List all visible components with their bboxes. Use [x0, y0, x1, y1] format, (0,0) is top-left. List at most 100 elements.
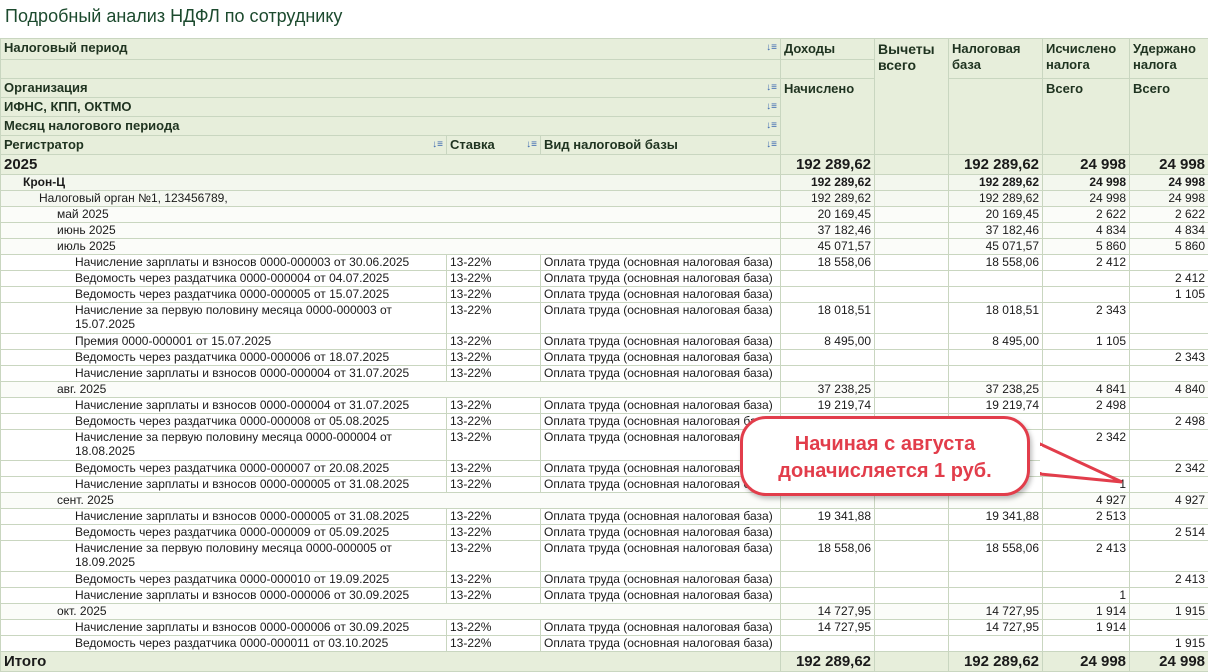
row-label: Налоговый орган №1, 123456789, — [1, 191, 781, 207]
rate-cell: 13-22% — [447, 255, 541, 271]
document-row[interactable]: Ведомость через раздатчика 0000-000009 о… — [1, 525, 1208, 541]
header-tax-base[interactable]: Налоговая база — [949, 39, 1043, 79]
header-tax-period-label: Налоговый период — [4, 40, 128, 55]
sort-icon[interactable]: ↓≡ — [766, 136, 777, 153]
deductions-cell — [875, 382, 949, 398]
document-row[interactable]: Начисление за первую половину месяца 000… — [1, 303, 1208, 334]
deductions-cell — [875, 572, 949, 588]
report-rows: 2025192 289,62192 289,6224 99824 998Крон… — [1, 155, 1208, 652]
deductions-cell — [875, 271, 949, 287]
tax-base-cell: 192 289,62 — [949, 175, 1043, 191]
calculated-cell — [1043, 414, 1130, 430]
registrar-cell: Начисление зарплаты и взносов 0000-00000… — [1, 588, 447, 604]
header-tax-period[interactable]: ↓≡ Налоговый период — [1, 39, 781, 60]
deductions-cell — [875, 155, 949, 175]
document-row[interactable]: Ведомость через раздатчика 0000-000006 о… — [1, 350, 1208, 366]
registrar-cell: Начисление за первую половину месяца 000… — [1, 541, 447, 572]
withheld-cell: 4 927 — [1130, 493, 1208, 509]
calculated-cell — [1043, 287, 1130, 303]
group-row[interactable]: 2025192 289,62192 289,6224 99824 998 — [1, 155, 1208, 175]
org-row[interactable]: Крон-Ц192 289,62192 289,6224 99824 998 — [1, 175, 1208, 191]
header-month[interactable]: ↓≡Месяц налогового периода — [1, 117, 781, 136]
income-cell: 18 558,06 — [781, 255, 875, 271]
document-row[interactable]: Ведомость через раздатчика 0000-000011 о… — [1, 636, 1208, 652]
withheld-cell: 4 840 — [1130, 382, 1208, 398]
document-row[interactable]: Ведомость через раздатчика 0000-000010 о… — [1, 572, 1208, 588]
withheld-cell: 2 342 — [1130, 461, 1208, 477]
deductions-cell — [875, 588, 949, 604]
tax-base-cell — [949, 636, 1043, 652]
header-calculated[interactable]: Исчислено налога — [1043, 39, 1130, 79]
month-row[interactable]: сент. 20254 9274 927 — [1, 493, 1208, 509]
base-type-cell: Оплата труда (основная налоговая база) — [541, 636, 781, 652]
header-base-type[interactable]: ↓≡Вид налоговой базы — [541, 136, 781, 155]
calculated-cell — [1043, 366, 1130, 382]
deductions-cell — [875, 636, 949, 652]
withheld-cell: 2 622 — [1130, 207, 1208, 223]
withheld-cell: 24 998 — [1130, 191, 1208, 207]
month-row[interactable]: июль 202545 071,5745 071,575 8605 860 — [1, 239, 1208, 255]
sort-icon[interactable]: ↓≡ — [766, 98, 777, 115]
sort-icon[interactable]: ↓≡ — [432, 136, 443, 153]
document-row[interactable]: Начисление зарплаты и взносов 0000-00000… — [1, 588, 1208, 604]
header-withheld-total[interactable]: Всего — [1130, 79, 1208, 155]
document-row[interactable]: Начисление зарплаты и взносов 0000-00000… — [1, 255, 1208, 271]
calculated-cell: 24 998 — [1043, 175, 1130, 191]
header-spacer — [1, 60, 781, 79]
ifns-row[interactable]: Налоговый орган №1, 123456789, 192 289,62… — [1, 191, 1208, 207]
base-type-cell: Оплата труда (основная налоговая база) — [541, 588, 781, 604]
tax-base-cell: 37 182,46 — [949, 223, 1043, 239]
income-cell: 18 558,06 — [781, 541, 875, 572]
header-income[interactable]: Доходы — [781, 39, 875, 60]
header-withheld[interactable]: Удержано налога — [1130, 39, 1208, 79]
registrar-cell: Ведомость через раздатчика 0000-000010 о… — [1, 572, 447, 588]
calculated-cell: 4 841 — [1043, 382, 1130, 398]
header-withheld-label: Удержано налога — [1133, 41, 1196, 72]
calculated-cell — [1043, 525, 1130, 541]
document-row[interactable]: Ведомость через раздатчика 0000-000005 о… — [1, 287, 1208, 303]
month-row[interactable]: авг. 202537 238,2537 238,254 8414 840 — [1, 382, 1208, 398]
sort-icon[interactable]: ↓≡ — [766, 79, 777, 96]
deductions-cell — [875, 175, 949, 191]
withheld-cell: 2 412 — [1130, 271, 1208, 287]
registrar-cell: Начисление зарплаты и взносов 0000-00000… — [1, 620, 447, 636]
tax-base-cell: 20 169,45 — [949, 207, 1043, 223]
header-accrued[interactable]: Начислено — [781, 79, 875, 155]
header-deductions[interactable]: Вычеты всего — [875, 39, 949, 155]
base-type-cell: Оплата труда (основная налоговая база) — [541, 572, 781, 588]
header-organization[interactable]: ↓≡Организация — [1, 79, 781, 98]
document-row[interactable]: Начисление зарплаты и взносов 0000-00000… — [1, 398, 1208, 414]
header-ifns[interactable]: ↓≡ИФНС, КПП, ОКТМО — [1, 98, 781, 117]
month-row[interactable]: июнь 202537 182,4637 182,464 8344 834 — [1, 223, 1208, 239]
rate-cell: 13-22% — [447, 350, 541, 366]
document-row[interactable]: Ведомость через раздатчика 0000-000004 о… — [1, 271, 1208, 287]
calculated-cell: 2 498 — [1043, 398, 1130, 414]
header-calculated-total[interactable]: Всего — [1043, 79, 1130, 155]
sort-icon[interactable]: ↓≡ — [526, 136, 537, 153]
tax-base-cell — [949, 572, 1043, 588]
month-row[interactable]: окт. 202514 727,9514 727,951 9141 915 — [1, 604, 1208, 620]
document-row[interactable]: Ведомость через раздатчика 0000-000008 о… — [1, 414, 1208, 430]
rate-cell: 13-22% — [447, 287, 541, 303]
sort-icon[interactable]: ↓≡ — [766, 117, 777, 134]
tax-base-cell: 192 289,62 — [949, 191, 1043, 207]
document-row[interactable]: Начисление за первую половину месяца 000… — [1, 541, 1208, 572]
deductions-cell — [875, 287, 949, 303]
header-rate[interactable]: ↓≡Ставка — [447, 136, 541, 155]
withheld-cell: 2 498 — [1130, 414, 1208, 430]
deductions-cell — [875, 525, 949, 541]
rate-cell: 13-22% — [447, 461, 541, 477]
callout-line-1: Начиная с августа — [743, 431, 1027, 458]
base-type-cell: Оплата труда (основная налоговая база) — [541, 350, 781, 366]
page-title: Подробный анализ НДФЛ по сотруднику — [5, 6, 342, 27]
document-row[interactable]: Премия 0000-000001 от 15.07.202513-22%Оп… — [1, 334, 1208, 350]
document-row[interactable]: Начисление зарплаты и взносов 0000-00000… — [1, 620, 1208, 636]
withheld-cell: 2 413 — [1130, 572, 1208, 588]
document-row[interactable]: Начисление зарплаты и взносов 0000-00000… — [1, 366, 1208, 382]
sort-icon[interactable]: ↓≡ — [766, 39, 777, 56]
annotation-callout: Начиная с августа доначисляется 1 руб. — [740, 416, 1030, 496]
header-registrar[interactable]: ↓≡Регистратор — [1, 136, 447, 155]
document-row[interactable]: Начисление зарплаты и взносов 0000-00000… — [1, 509, 1208, 525]
month-row[interactable]: май 202520 169,4520 169,452 6222 622 — [1, 207, 1208, 223]
callout-pointer — [1040, 440, 1130, 490]
